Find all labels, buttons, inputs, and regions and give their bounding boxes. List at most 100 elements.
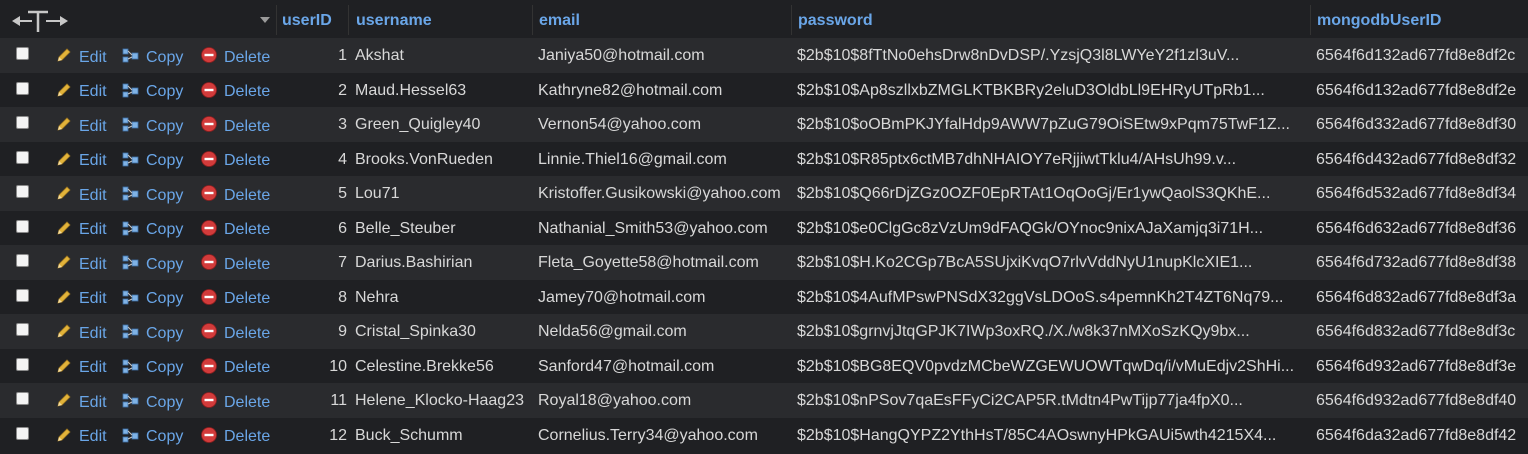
row-select-checkbox[interactable] <box>16 47 29 60</box>
cell-userid[interactable]: 7 <box>300 254 347 272</box>
cell-username[interactable]: Akshat <box>355 47 533 65</box>
table-row[interactable]: Edit Copy Delete 12 Buck_Schumm Cornelius.Ter… <box>0 417 1528 452</box>
copy-button[interactable]: Copy <box>122 426 183 449</box>
copy-button[interactable]: Copy <box>122 115 183 138</box>
cell-password[interactable]: $2b$10$oOBmPKJYfalHdp9AWW7pZuG79OiSEtw9x… <box>797 116 1309 134</box>
delete-button[interactable]: Delete <box>200 426 270 449</box>
column-header-mongodbuserid[interactable]: mongodbUserID <box>1317 12 1441 30</box>
cell-userid[interactable]: 4 <box>300 151 347 169</box>
cell-mongodbuserid[interactable]: 6564f6d732ad677fd8e8df38 <box>1316 254 1526 272</box>
cell-password[interactable]: $2b$10$HangQYPZ2YthHsT/85C4AOswnyHPkGAUi… <box>797 427 1309 445</box>
cell-email[interactable]: Nelda56@gmail.com <box>538 323 790 341</box>
table-row[interactable]: Edit Copy Delete 11 Helene_Klocko-Haag23 Roya… <box>0 383 1528 418</box>
cell-username[interactable]: Green_Quigley40 <box>355 116 533 134</box>
copy-button[interactable]: Copy <box>122 184 183 207</box>
cell-username[interactable]: Brooks.VonRueden <box>355 151 533 169</box>
cell-mongodbuserid[interactable]: 6564f6da32ad677fd8e8df42 <box>1316 427 1526 445</box>
row-select-checkbox[interactable] <box>16 392 29 405</box>
copy-button[interactable]: Copy <box>122 253 183 276</box>
cell-email[interactable]: Kristoffer.Gusikowski@yahoo.com <box>538 185 790 203</box>
column-header-email[interactable]: email <box>539 12 580 30</box>
cell-password[interactable]: $2b$10$grnvjJtqGPJK7IWp3oxRQ./X./w8k37nM… <box>797 323 1309 341</box>
cell-mongodbuserid[interactable]: 6564f6d132ad677fd8e8df2c <box>1316 47 1526 65</box>
cell-mongodbuserid[interactable]: 6564f6d632ad677fd8e8df36 <box>1316 220 1526 238</box>
row-select-checkbox[interactable] <box>16 150 29 164</box>
copy-button[interactable]: Copy <box>122 322 183 345</box>
cell-mongodbuserid[interactable]: 6564f6d932ad677fd8e8df3e <box>1316 358 1526 376</box>
edit-button[interactable]: Edit <box>55 184 107 207</box>
copy-button[interactable]: Copy <box>122 288 183 311</box>
delete-button[interactable]: Delete <box>200 115 270 138</box>
row-select-checkbox[interactable] <box>16 219 29 233</box>
row-select-checkbox[interactable] <box>16 116 29 129</box>
cell-userid[interactable]: 8 <box>300 289 347 307</box>
cell-password[interactable]: $2b$10$e0ClgGc8zVzUm9dFAQGk/OYnoc9nixAJa… <box>797 220 1309 238</box>
edit-button[interactable]: Edit <box>55 288 107 311</box>
cell-username[interactable]: Celestine.Brekke56 <box>355 358 533 376</box>
cell-password[interactable]: $2b$10$Q66rDjZGz0OZF0EpRTAt1OqOoGj/Er1yw… <box>797 185 1309 203</box>
delete-button[interactable]: Delete <box>200 391 270 414</box>
copy-button[interactable]: Copy <box>122 81 183 104</box>
cell-mongodbuserid[interactable]: 6564f6d332ad677fd8e8df30 <box>1316 116 1526 134</box>
cell-password[interactable]: $2b$10$H.Ko2CGp7BcA5SUjxiKvqO7rlvVddNyU1… <box>797 254 1309 272</box>
copy-button[interactable]: Copy <box>122 357 183 380</box>
edit-button[interactable]: Edit <box>55 219 107 242</box>
row-select-checkbox[interactable] <box>16 81 29 95</box>
table-row[interactable]: Edit Copy Delete 5 Lou71 Kristoffer.Gusikowsk… <box>0 176 1528 211</box>
cell-userid[interactable]: 1 <box>300 47 347 65</box>
cell-password[interactable]: $2b$10$BG8EQV0pvdzMCbeWZGEWUOWTqwDq/i/vM… <box>797 358 1309 376</box>
cell-userid[interactable]: 2 <box>300 82 347 100</box>
cell-username[interactable]: Maud.Hessel63 <box>355 82 533 100</box>
column-resize-arrows-icon[interactable] <box>10 8 70 34</box>
cell-mongodbuserid[interactable]: 6564f6d832ad677fd8e8df3a <box>1316 289 1526 307</box>
cell-userid[interactable]: 5 <box>300 185 347 203</box>
cell-email[interactable]: Jamey70@hotmail.com <box>538 289 790 307</box>
table-row[interactable]: Edit Copy Delete 7 Darius.Bashirian Fleta_Goy… <box>0 245 1528 280</box>
row-select-checkbox[interactable] <box>16 426 29 440</box>
cell-username[interactable]: Buck_Schumm <box>355 427 533 445</box>
cell-mongodbuserid[interactable]: 6564f6d432ad677fd8e8df32 <box>1316 151 1526 169</box>
cell-userid[interactable]: 11 <box>300 392 347 410</box>
cell-email[interactable]: Cornelius.Terry34@yahoo.com <box>538 427 790 445</box>
cell-password[interactable]: $2b$10$R85ptx6ctMB7dhNHAIOY7eRjjiwtTklu4… <box>797 151 1309 169</box>
cell-email[interactable]: Nathanial_Smith53@yahoo.com <box>538 220 790 238</box>
copy-button[interactable]: Copy <box>122 150 183 173</box>
table-row[interactable]: Edit Copy Delete 3 Green_Quigley40 Vernon54@y… <box>0 107 1528 142</box>
cell-username[interactable]: Cristal_Spinka30 <box>355 323 533 341</box>
delete-button[interactable]: Delete <box>200 322 270 345</box>
edit-button[interactable]: Edit <box>55 391 107 414</box>
cell-password[interactable]: $2b$10$Ap8szllxbZMGLKTBKBRy2eluD3OldbLl9… <box>797 82 1309 100</box>
copy-button[interactable]: Copy <box>122 391 183 414</box>
edit-button[interactable]: Edit <box>55 115 107 138</box>
delete-button[interactable]: Delete <box>200 219 270 242</box>
cell-username[interactable]: Darius.Bashirian <box>355 254 533 272</box>
table-row[interactable]: Edit Copy Delete 2 Maud.Hessel63 Kathryne82@h… <box>0 72 1528 107</box>
delete-button[interactable]: Delete <box>200 357 270 380</box>
cell-email[interactable]: Kathryne82@hotmail.com <box>538 82 790 100</box>
cell-mongodbuserid[interactable]: 6564f6d132ad677fd8e8df2e <box>1316 82 1526 100</box>
cell-email[interactable]: Janiya50@hotmail.com <box>538 47 790 65</box>
row-select-checkbox[interactable] <box>16 185 29 198</box>
cell-userid[interactable]: 3 <box>300 116 347 134</box>
cell-password[interactable]: $2b$10$nPSov7qaEsFFyCi2CAP5R.tMdtn4PwTij… <box>797 392 1309 410</box>
table-row[interactable]: Edit Copy Delete 1 Akshat Janiya50@hotmail.co… <box>0 38 1528 73</box>
cell-userid[interactable]: 6 <box>300 220 347 238</box>
table-row[interactable]: Edit Copy Delete 10 Celestine.Brekke56 Sanfor… <box>0 348 1528 383</box>
edit-button[interactable]: Edit <box>55 150 107 173</box>
column-header-password[interactable]: password <box>798 12 873 30</box>
column-options-dropdown-icon[interactable] <box>260 17 270 23</box>
column-header-username[interactable]: username <box>356 12 432 30</box>
delete-button[interactable]: Delete <box>200 184 270 207</box>
cell-email[interactable]: Linnie.Thiel16@gmail.com <box>538 151 790 169</box>
copy-button[interactable]: Copy <box>122 219 183 242</box>
copy-button[interactable]: Copy <box>122 46 183 69</box>
cell-username[interactable]: Lou71 <box>355 185 533 203</box>
edit-button[interactable]: Edit <box>55 357 107 380</box>
delete-button[interactable]: Delete <box>200 81 270 104</box>
cell-email[interactable]: Vernon54@yahoo.com <box>538 116 790 134</box>
cell-password[interactable]: $2b$10$4AufMPswPNSdX32ggVsLDOoS.s4pemnKh… <box>797 289 1309 307</box>
cell-email[interactable]: Royal18@yahoo.com <box>538 392 790 410</box>
delete-button[interactable]: Delete <box>200 46 270 69</box>
table-row[interactable]: Edit Copy Delete 9 Cristal_Spinka30 Nelda56@g… <box>0 314 1528 349</box>
cell-username[interactable]: Nehra <box>355 289 533 307</box>
